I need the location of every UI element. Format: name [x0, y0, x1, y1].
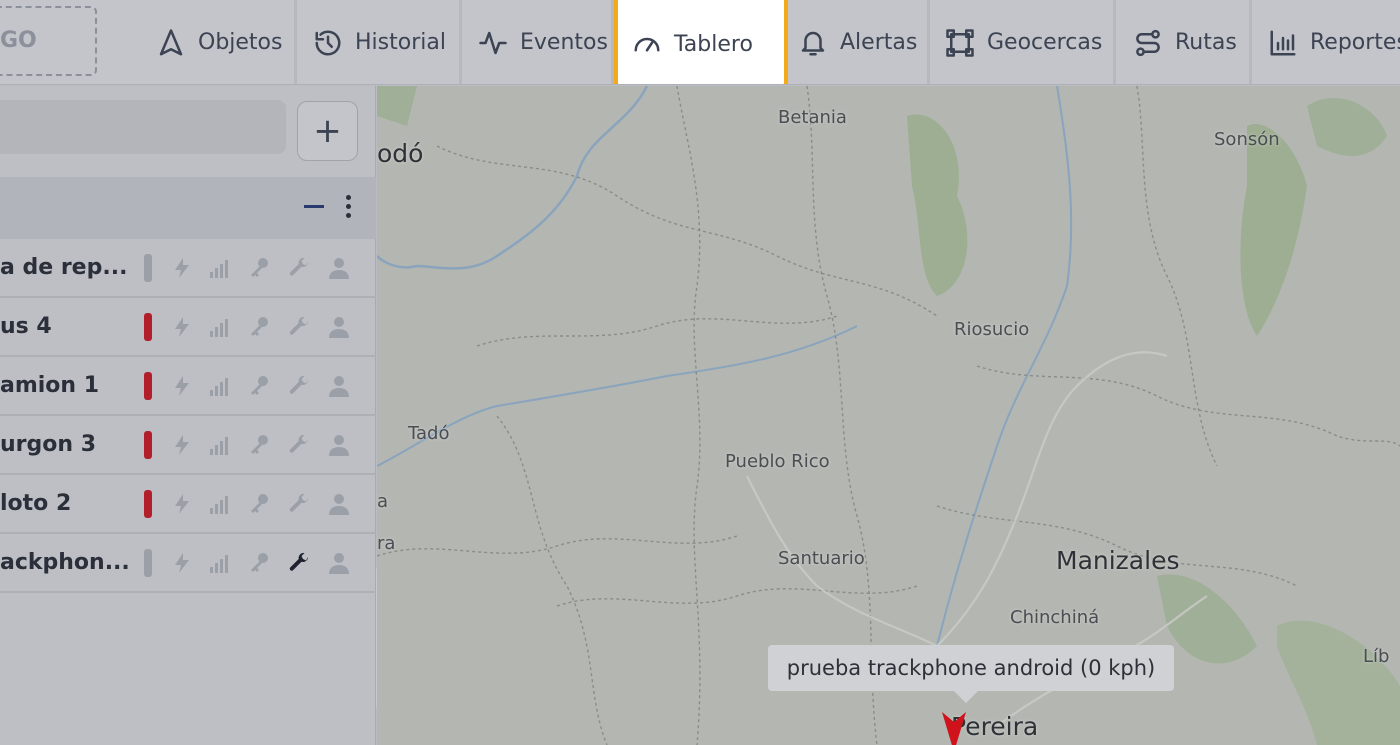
objects-panel: + a de rep... us 4 amion 1 urgon 3 loto 2 ack… — [0, 86, 376, 745]
search-input[interactable] — [0, 100, 286, 154]
add-object-button[interactable]: + — [297, 101, 358, 161]
map-label-edge-a: a — [377, 491, 389, 512]
bolt-icon — [170, 374, 194, 398]
signal-icon — [208, 492, 232, 516]
object-name: amion 1 — [0, 373, 100, 398]
gauge-icon — [634, 37, 660, 52]
wrench-icon — [287, 256, 311, 280]
map-label-libano: Líb — [1363, 646, 1390, 667]
history-icon — [315, 30, 341, 55]
map-label-riosucio: Riosucio — [954, 319, 1030, 340]
status-indicator — [144, 313, 152, 341]
nav-alertas[interactable]: Alertas — [784, 0, 930, 84]
object-name: ackphon... — [0, 550, 130, 575]
key-icon — [247, 433, 271, 457]
key-icon — [247, 492, 271, 516]
key-icon — [247, 374, 271, 398]
map-label-manizales: Manizales — [1056, 546, 1180, 575]
signal-icon — [208, 315, 232, 339]
wrench-icon — [287, 315, 311, 339]
bolt-icon — [170, 551, 194, 575]
object-row[interactable]: ackphon... — [0, 534, 376, 593]
status-indicator — [144, 372, 152, 400]
signal-icon — [208, 433, 232, 457]
map-label-chinchina: Chinchiná — [1010, 607, 1100, 628]
activity-pulse-icon — [479, 31, 507, 54]
nav-eventos[interactable]: Eventos — [464, 0, 614, 84]
more-vertical-icon[interactable] — [346, 195, 352, 221]
key-icon — [247, 551, 271, 575]
nav-geocercas[interactable]: Geocercas — [931, 0, 1116, 84]
object-row[interactable]: urgon 3 — [0, 416, 376, 475]
logo[interactable]: GO — [0, 6, 97, 76]
nav-objetos[interactable]: Objetos — [142, 0, 297, 84]
map-label-santuario: Santuario — [778, 548, 865, 569]
nav-historial[interactable]: Historial — [299, 0, 462, 84]
geofence-square-icon — [946, 28, 974, 57]
object-tooltip: prueba trackphone android (0 kph) — [768, 645, 1174, 703]
object-name: loto 2 — [0, 491, 72, 516]
map-view[interactable]: Betania Sonsón odó Riosucio Tadó Pueblo … — [377, 86, 1400, 745]
user-icon — [327, 492, 351, 516]
map-label-betania: Betania — [778, 107, 847, 128]
top-navigation: GO Objetos Historial Eventos Tablero Ale… — [0, 0, 1400, 85]
status-indicator — [144, 431, 152, 459]
status-indicator — [144, 549, 152, 577]
user-icon — [327, 256, 351, 280]
nav-tablero[interactable]: Tablero — [614, 0, 788, 84]
wrench-icon — [287, 551, 311, 575]
user-icon — [327, 433, 351, 457]
bolt-icon — [170, 492, 194, 516]
signal-icon — [208, 256, 232, 280]
user-icon — [327, 374, 351, 398]
status-indicator — [144, 254, 152, 282]
map-label-sonson: Sonsón — [1214, 129, 1280, 150]
minus-icon[interactable] — [304, 205, 324, 208]
navigation-arrow-icon — [159, 28, 183, 55]
map-label-tado: Tadó — [408, 423, 450, 444]
wrench-icon — [287, 374, 311, 398]
wrench-icon — [287, 492, 311, 516]
object-list: a de rep... us 4 amion 1 urgon 3 loto 2 ackph… — [0, 239, 376, 593]
signal-icon — [208, 374, 232, 398]
object-name: urgon 3 — [0, 432, 97, 457]
wrench-icon — [287, 433, 311, 457]
vehicle-marker-icon[interactable] — [940, 712, 968, 745]
key-icon — [247, 256, 271, 280]
key-icon — [247, 315, 271, 339]
bell-icon — [801, 31, 825, 55]
nav-reportes[interactable]: Reportes — [1254, 0, 1400, 84]
nav-rutas[interactable]: Rutas — [1119, 0, 1252, 84]
user-icon — [327, 315, 351, 339]
map-label-edge-ra: ra — [377, 533, 396, 554]
object-row[interactable]: us 4 — [0, 298, 376, 357]
status-indicator — [144, 490, 152, 518]
bolt-icon — [170, 433, 194, 457]
group-header[interactable] — [0, 177, 376, 239]
object-name: us 4 — [0, 314, 52, 339]
object-name: a de rep... — [0, 255, 128, 280]
object-row[interactable]: loto 2 — [0, 475, 376, 534]
map-label-pueblo-rico: Pueblo Rico — [725, 451, 830, 472]
map-label-quibdo: odó — [377, 139, 424, 168]
bar-chart-icon — [1270, 30, 1296, 55]
object-row[interactable]: amion 1 — [0, 357, 376, 416]
user-icon — [327, 551, 351, 575]
object-row[interactable]: a de rep... — [0, 239, 376, 298]
bolt-icon — [170, 315, 194, 339]
signal-icon — [208, 551, 232, 575]
bolt-icon — [170, 256, 194, 280]
route-icon — [1136, 29, 1160, 56]
